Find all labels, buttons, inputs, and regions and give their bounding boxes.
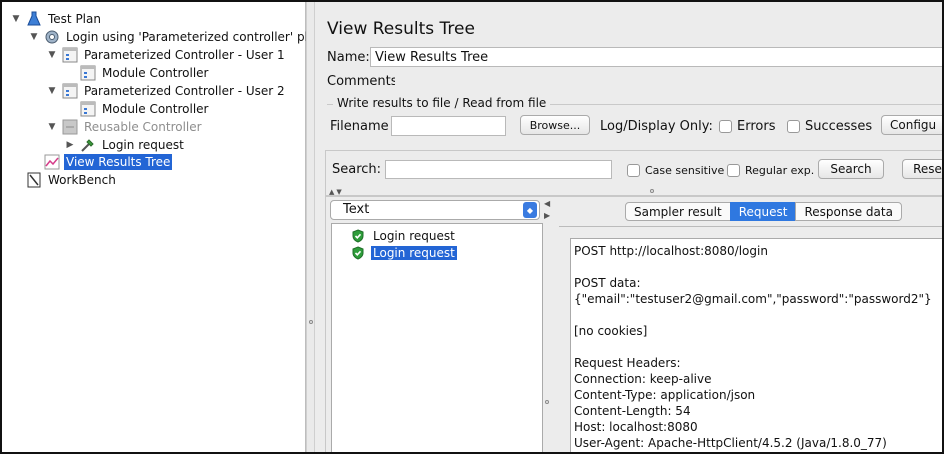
expanded-triangle-icon[interactable]: ▼ — [46, 85, 58, 97]
tree-item-param-controller-1[interactable]: ▼ Parameterized Controller - User 1 — [46, 46, 287, 64]
tree-item-reusable-controller[interactable]: ▼ Reusable Controller — [46, 118, 204, 136]
tree-item-view-results-tree[interactable]: View Results Tree — [44, 153, 173, 171]
splitter-arrows-icon[interactable]: ▲▼ — [329, 188, 344, 196]
browse-button[interactable]: Browse... — [520, 115, 590, 135]
write-results-title: Write results to file / Read from file — [333, 96, 551, 110]
tree-item-label: Login request — [102, 138, 184, 152]
success-shield-icon — [352, 246, 364, 260]
tree-item-label: Test Plan — [48, 12, 101, 26]
comments-field[interactable] — [395, 72, 942, 92]
filename-input[interactable] — [391, 116, 506, 136]
tree-item-workbench[interactable]: WorkBench — [26, 171, 118, 189]
errors-label: Errors — [737, 119, 776, 134]
expanded-triangle-icon[interactable]: ▼ — [28, 31, 40, 43]
success-shield-icon — [352, 229, 364, 243]
tree-item-label: Parameterized Controller - User 2 — [84, 84, 285, 98]
tree-item-label: Parameterized Controller - User 1 — [84, 48, 285, 62]
case-sensitive-checkbox[interactable] — [627, 164, 640, 177]
splitter-grip-icon[interactable] — [545, 400, 549, 404]
tree-item-test-plan[interactable]: ▼ Test Plan — [10, 10, 103, 28]
search-input[interactable] — [385, 160, 612, 179]
tab-sampler-result[interactable]: Sampler result — [625, 202, 731, 221]
configure-button[interactable]: Configu — [881, 115, 942, 135]
regular-exp-label: Regular exp. — [745, 164, 815, 177]
list-item[interactable]: Login request — [351, 245, 457, 261]
list-item-label: Login request — [373, 229, 455, 243]
collapse-arrows-icon[interactable]: ◀ ▶ — [544, 198, 550, 222]
collapsed-triangle-icon[interactable]: ▶ — [64, 139, 76, 151]
renderer-select-value: Text — [343, 202, 370, 217]
tree-item-label: Module Controller — [102, 66, 209, 80]
pane-splitter[interactable] — [306, 2, 315, 452]
list-item[interactable]: Login request — [351, 228, 457, 244]
errors-checkbox[interactable] — [719, 120, 732, 133]
tree-item-label: WorkBench — [48, 173, 116, 187]
view-results-tree-panel: View Results Tree Name: View Results Tre… — [315, 2, 942, 452]
tree-item-label: Module Controller — [102, 102, 209, 116]
comments-label: Comments: — [327, 74, 402, 89]
controller-icon — [80, 101, 96, 117]
name-field[interactable]: View Results Tree — [370, 47, 942, 67]
tab-response-data[interactable]: Response data — [795, 202, 902, 221]
regular-exp-checkbox[interactable] — [727, 164, 740, 177]
expanded-triangle-icon[interactable]: ▼ — [46, 121, 58, 133]
request-text[interactable]: POST http://localhost:8080/login POST da… — [570, 238, 942, 452]
test-plan-tree: ▼ Test Plan ▼ Login using 'Parameterized… — [2, 2, 334, 452]
pipette-icon — [80, 137, 96, 153]
tree-item-param-controller-2[interactable]: ▼ Parameterized Controller - User 2 — [46, 82, 287, 100]
controller-icon — [62, 83, 78, 99]
tree-item-thread-group[interactable]: ▼ Login using 'Parameterized controller'… — [28, 28, 336, 46]
panel-title: View Results Tree — [327, 19, 475, 39]
tree-item-label: Login using 'Parameterized controller' p… — [66, 30, 335, 44]
window-frame: ▼ Test Plan ▼ Login using 'Parameterized… — [0, 0, 944, 454]
expanded-triangle-icon[interactable]: ▼ — [46, 49, 58, 61]
successes-checkbox[interactable] — [787, 120, 800, 133]
detail-tabs: Sampler result Request Response data — [625, 202, 902, 221]
successes-label: Successes — [805, 119, 873, 134]
tree-item-module-controller-1[interactable]: Module Controller — [80, 64, 210, 82]
expanded-triangle-icon[interactable]: ▼ — [10, 13, 22, 25]
renderer-select[interactable]: Text ◆ — [330, 200, 540, 220]
splitter-grip-icon[interactable] — [650, 189, 654, 193]
log-display-label: Log/Display Only: — [600, 119, 713, 134]
gear-icon — [44, 29, 60, 45]
splitter-grip-icon[interactable] — [309, 320, 313, 324]
disabled-controller-icon — [62, 119, 78, 135]
controller-icon — [80, 65, 96, 81]
search-label: Search: — [332, 162, 382, 177]
tree-item-label: Reusable Controller — [84, 120, 202, 134]
tab-request[interactable]: Request — [729, 202, 797, 221]
search-button[interactable]: Search — [818, 159, 884, 179]
case-sensitive-label: Case sensitive — [645, 164, 725, 177]
graph-icon — [44, 154, 60, 170]
tree-item-label: View Results Tree — [64, 154, 173, 170]
workbench-icon — [26, 172, 42, 188]
tree-item-login-request[interactable]: ▶ Login request — [64, 136, 186, 154]
filename-label: Filename — [330, 119, 389, 134]
flask-icon — [26, 11, 42, 27]
reset-button[interactable]: Rese — [902, 159, 942, 179]
select-arrows-icon[interactable]: ◆ — [523, 202, 537, 218]
list-item-label: Login request — [371, 246, 457, 260]
tree-item-module-controller-2[interactable]: Module Controller — [80, 100, 210, 118]
controller-icon — [62, 47, 78, 63]
name-label: Name: — [327, 50, 370, 65]
